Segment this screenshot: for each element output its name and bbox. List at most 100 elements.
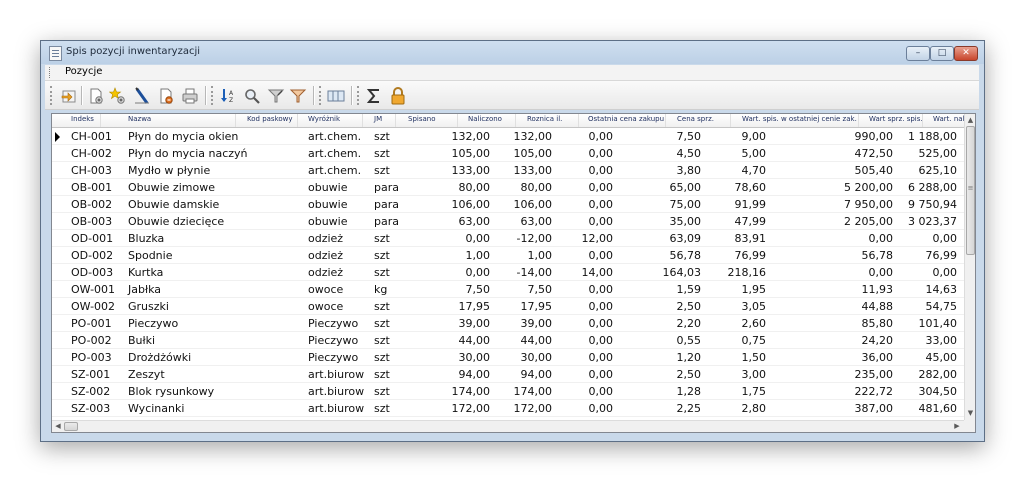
table-cell[interactable]: Bułki <box>128 334 155 347</box>
table-cell[interactable]: 0,00 <box>589 130 614 143</box>
table-cell[interactable]: 133,00 <box>514 164 553 177</box>
table-cell[interactable]: art.chem. <box>308 164 361 177</box>
table-cell[interactable]: 505,40 <box>855 164 894 177</box>
table-cell[interactable]: 2,50 <box>677 368 702 381</box>
table-cell[interactable]: 222,72 <box>855 385 894 398</box>
table-cell[interactable]: 78,60 <box>735 181 767 194</box>
table-cell[interactable]: 3,00 <box>742 368 767 381</box>
column-header[interactable]: Wart. spis. w ostatniej cenie zak. <box>742 115 857 123</box>
table-cell[interactable]: 44,00 <box>521 334 553 347</box>
table-cell[interactable]: szt <box>374 300 390 313</box>
new-document-icon[interactable] <box>87 87 105 105</box>
import-icon[interactable] <box>60 87 78 105</box>
table-cell[interactable]: 3 023,37 <box>908 215 957 228</box>
table-cell[interactable]: 11,93 <box>862 283 894 296</box>
table-cell[interactable]: 63,00 <box>521 215 553 228</box>
table-cell[interactable]: 0,55 <box>677 334 702 347</box>
table-cell[interactable]: 105,00 <box>514 147 553 160</box>
table-cell[interactable]: 7,50 <box>677 130 702 143</box>
table-cell[interactable]: Wycinanki <box>128 402 184 415</box>
vertical-scroll-thumb[interactable]: ≡ <box>966 126 975 255</box>
table-cell[interactable]: Bluzka <box>128 232 164 245</box>
table-cell[interactable]: 2,50 <box>677 300 702 313</box>
table-cell[interactable]: SZ-003 <box>71 402 110 415</box>
table-cell[interactable]: 30,00 <box>459 351 491 364</box>
column-header[interactable]: Wart. nal. <box>933 115 964 123</box>
table-cell[interactable]: Pieczywo <box>308 317 358 330</box>
sum-icon[interactable] <box>365 87 383 105</box>
table-cell[interactable]: 24,20 <box>862 334 894 347</box>
table-cell[interactable]: CH-001 <box>71 130 112 143</box>
table-cell[interactable]: PO-002 <box>71 334 112 347</box>
delete-icon[interactable] <box>157 87 175 105</box>
table-cell[interactable]: 85,80 <box>862 317 894 330</box>
table-cell[interactable]: szt <box>374 266 390 279</box>
table-cell[interactable]: 0,00 <box>589 300 614 313</box>
table-cell[interactable]: 2 205,00 <box>844 215 893 228</box>
table-cell[interactable]: obuwie <box>308 198 348 211</box>
table-row[interactable]: CH-002 Płyn do mycia naczyń art.chem. szt 10… <box>52 145 964 162</box>
table-cell[interactable]: 472,50 <box>855 147 894 160</box>
table-cell[interactable]: 235,00 <box>855 368 894 381</box>
vertical-scrollbar[interactable]: ▲ ≡ ▼ <box>964 114 975 420</box>
table-cell[interactable]: 0,00 <box>869 266 894 279</box>
table-row[interactable]: OD-003 Kurtka odzież szt 0,00 -14,00 14,00 164,… <box>52 264 964 281</box>
table-cell[interactable]: 47,99 <box>735 215 767 228</box>
table-cell[interactable]: 0,00 <box>933 232 958 245</box>
table-cell[interactable]: Kurtka <box>128 266 163 279</box>
table-cell[interactable]: 101,40 <box>919 317 958 330</box>
close-button[interactable]: ✕ <box>954 46 978 61</box>
table-cell[interactable]: 0,00 <box>589 402 614 415</box>
table-cell[interactable]: Obuwie damskie <box>128 198 219 211</box>
table-cell[interactable]: 0,75 <box>742 334 767 347</box>
table-cell[interactable]: 1,59 <box>677 283 702 296</box>
table-cell[interactable]: 6 288,00 <box>908 181 957 194</box>
table-cell[interactable]: 0,00 <box>589 385 614 398</box>
table-cell[interactable]: 2,20 <box>677 317 702 330</box>
table-cell[interactable]: 1,00 <box>466 249 491 262</box>
table-cell[interactable]: 0,00 <box>589 351 614 364</box>
table-cell[interactable]: 0,00 <box>466 266 491 279</box>
table-cell[interactable]: 65,00 <box>670 181 702 194</box>
table-cell[interactable]: 990,00 <box>855 130 894 143</box>
columns-icon[interactable] <box>327 87 345 105</box>
table-cell[interactable]: 7,50 <box>466 283 491 296</box>
column-header[interactable]: Ostatnia cena zakupu <box>588 115 664 123</box>
table-cell[interactable]: 625,10 <box>919 164 958 177</box>
table-cell[interactable]: 12,00 <box>582 232 614 245</box>
table-cell[interactable]: szt <box>374 147 390 160</box>
table-cell[interactable]: art.biurow <box>308 402 364 415</box>
table-cell[interactable]: art.chem. <box>308 130 361 143</box>
table-cell[interactable]: para <box>374 181 399 194</box>
table-cell[interactable]: 83,91 <box>735 232 767 245</box>
print-icon[interactable] <box>181 87 199 105</box>
table-cell[interactable]: odzież <box>308 232 343 245</box>
table-cell[interactable]: para <box>374 198 399 211</box>
table-cell[interactable]: 5,00 <box>742 147 767 160</box>
table-cell[interactable]: szt <box>374 334 390 347</box>
table-cell[interactable]: CH-003 <box>71 164 112 177</box>
table-cell[interactable]: 0,00 <box>466 232 491 245</box>
table-cell[interactable]: 94,00 <box>459 368 491 381</box>
search-icon[interactable] <box>243 87 261 105</box>
table-cell[interactable]: Obuwie dziecięce <box>128 215 224 228</box>
column-header[interactable]: Indeks <box>71 115 94 123</box>
table-cell[interactable]: 2,25 <box>677 402 702 415</box>
column-header[interactable]: Naliczono <box>468 115 502 123</box>
table-row[interactable]: OW-001 Jabłka owoce kg 7,50 7,50 0,00 1,59 1,95 1… <box>52 281 964 298</box>
table-cell[interactable]: 1,28 <box>677 385 702 398</box>
table-cell[interactable]: 132,00 <box>452 130 491 143</box>
table-cell[interactable]: szt <box>374 402 390 415</box>
table-cell[interactable]: PO-003 <box>71 351 112 364</box>
table-cell[interactable]: 2,60 <box>742 317 767 330</box>
title-bar[interactable]: Spis pozycji inwentaryzacji – □ ✕ <box>41 41 984 64</box>
table-row[interactable]: OD-002 Spodnie odzież szt 1,00 1,00 0,00 56,78 7… <box>52 247 964 264</box>
table-cell[interactable]: 63,09 <box>670 232 702 245</box>
table-row[interactable]: SZ-003 Wycinanki art.biurow szt 172,00 172,00… <box>52 400 964 417</box>
table-row[interactable]: PO-003 Drożdżówki Pieczywo szt 30,00 30,00 0,0… <box>52 349 964 366</box>
table-cell[interactable]: 91,99 <box>735 198 767 211</box>
table-cell[interactable]: Spodnie <box>128 249 172 262</box>
table-cell[interactable]: 1 188,00 <box>908 130 957 143</box>
table-cell[interactable]: OD-002 <box>71 249 113 262</box>
edit-pencil-icon[interactable] <box>133 87 151 105</box>
